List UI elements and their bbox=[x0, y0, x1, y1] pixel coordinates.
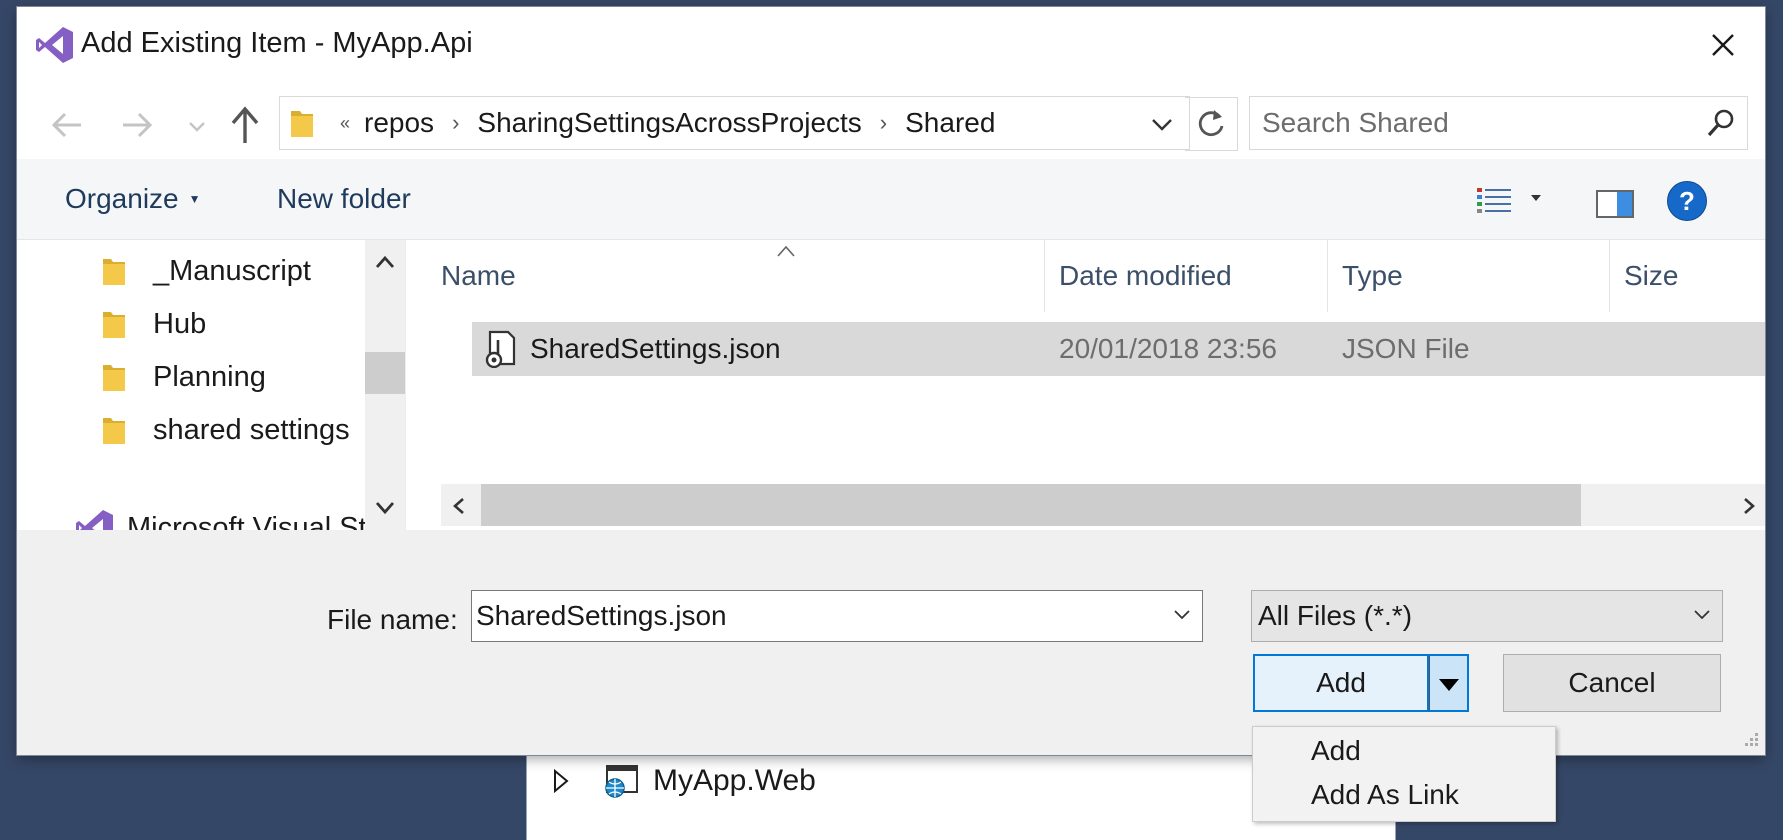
folder-icon bbox=[103, 312, 125, 338]
title-bar: Add Existing Item - MyApp.Api bbox=[17, 7, 1765, 83]
file-date-cell: 20/01/2018 23:56 bbox=[1059, 333, 1277, 364]
nav-item-planning[interactable]: Planning bbox=[101, 352, 266, 402]
close-icon[interactable] bbox=[1703, 25, 1743, 65]
file-list-pane: Name Date modified Type Size SharedSetti… bbox=[427, 240, 1765, 530]
recent-locations-chevron-icon[interactable] bbox=[183, 111, 211, 141]
help-button[interactable]: ? bbox=[1667, 181, 1707, 221]
column-header-label: Size bbox=[1624, 260, 1679, 291]
folder-icon bbox=[103, 365, 125, 391]
caret-down-icon bbox=[1439, 679, 1459, 691]
expand-triangle-icon[interactable] bbox=[553, 769, 569, 793]
add-existing-item-dialog: Add Existing Item - MyApp.Api « repos › … bbox=[17, 7, 1765, 755]
breadcrumb-separator-icon[interactable]: › bbox=[880, 110, 887, 136]
add-dropdown-menu: Add Add As Link bbox=[1252, 726, 1556, 822]
column-header-label: Type bbox=[1342, 260, 1403, 291]
nav-item-label: shared settings bbox=[153, 413, 350, 446]
caret-down-icon: ▼ bbox=[188, 192, 201, 206]
column-header-date-modified[interactable]: Date modified bbox=[1045, 240, 1328, 312]
nav-item-label: Microsoft Visual St bbox=[127, 511, 367, 531]
file-type-value: All Files (*.*) bbox=[1258, 600, 1413, 631]
forward-arrow-icon[interactable] bbox=[117, 105, 157, 145]
preview-pane-icon[interactable] bbox=[1595, 189, 1635, 219]
up-arrow-icon[interactable] bbox=[225, 103, 265, 147]
details-view-icon[interactable] bbox=[1475, 185, 1515, 217]
breadcrumb-repos[interactable]: repos bbox=[364, 107, 434, 139]
address-dropdown-chevron-icon[interactable] bbox=[1147, 109, 1177, 139]
nav-item-label: Hub bbox=[153, 307, 207, 340]
menu-item-add-as-link[interactable]: Add As Link bbox=[1311, 779, 1459, 811]
dialog-footer: File name: All Files (*.*) Add Cancel bbox=[17, 530, 1765, 755]
nav-item-label: Planning bbox=[153, 360, 266, 393]
column-header-label: Name bbox=[441, 260, 516, 291]
nav-item-shared-settings[interactable]: shared settings bbox=[101, 405, 350, 455]
breadcrumb-shared[interactable]: Shared bbox=[905, 107, 995, 139]
scroll-up-chevron-icon[interactable] bbox=[373, 252, 397, 272]
organize-button[interactable]: Organize ▼ bbox=[65, 183, 201, 215]
column-header-size[interactable]: Size bbox=[1610, 240, 1765, 312]
resize-grip-icon[interactable] bbox=[1741, 731, 1759, 749]
file-name-combobox[interactable] bbox=[471, 590, 1203, 642]
add-split-dropdown-button[interactable] bbox=[1429, 654, 1469, 712]
chevron-down-icon[interactable] bbox=[1172, 607, 1192, 623]
organize-label: Organize bbox=[65, 183, 179, 214]
nav-item-label: _Manuscript bbox=[153, 254, 311, 287]
navigation-pane: _Manuscript Hub Planning shared settings… bbox=[17, 240, 405, 530]
project-label: MyApp.Web bbox=[653, 764, 816, 797]
folder-icon bbox=[291, 111, 313, 137]
nav-item-manuscript[interactable]: _Manuscript bbox=[101, 246, 311, 296]
search-box[interactable] bbox=[1249, 96, 1748, 150]
scrollbar-thumb[interactable] bbox=[365, 352, 405, 394]
file-row[interactable]: SharedSettings.json 20/01/2018 23:56 JSO… bbox=[472, 322, 1765, 376]
refresh-icon bbox=[1198, 110, 1224, 136]
scroll-down-chevron-icon[interactable] bbox=[373, 498, 397, 518]
folder-icon bbox=[103, 418, 125, 444]
scrollbar-thumb[interactable] bbox=[481, 484, 1581, 526]
cancel-button[interactable]: Cancel bbox=[1503, 654, 1721, 712]
chevron-down-icon[interactable] bbox=[1692, 607, 1712, 623]
breadcrumb-sharingsettingsacrossprojects[interactable]: SharingSettingsAcrossProjects bbox=[477, 107, 861, 139]
web-project-icon bbox=[605, 765, 638, 798]
file-name-label: File name: bbox=[327, 604, 458, 635]
breadcrumb-separator-icon[interactable]: › bbox=[452, 110, 459, 136]
overflow-chevron-icon[interactable]: « bbox=[340, 113, 350, 134]
nav-pane-scrollbar[interactable] bbox=[365, 240, 405, 530]
visual-studio-logo-icon bbox=[76, 510, 113, 530]
search-input[interactable] bbox=[1250, 97, 1694, 149]
json-file-icon bbox=[485, 330, 516, 368]
refresh-button[interactable] bbox=[1185, 97, 1238, 151]
column-header-name[interactable]: Name bbox=[427, 240, 1045, 312]
address-bar[interactable]: « repos › SharingSettingsAcrossProjects … bbox=[279, 96, 1190, 150]
search-icon[interactable] bbox=[1705, 107, 1737, 139]
visual-studio-logo-icon bbox=[36, 27, 73, 63]
file-type-cell: JSON File bbox=[1342, 333, 1470, 364]
nav-item-microsoft-visual-studio[interactable]: Microsoft Visual St bbox=[75, 508, 367, 530]
view-options-caret-icon[interactable] bbox=[1529, 191, 1543, 205]
column-header-type[interactable]: Type bbox=[1328, 240, 1610, 312]
horizontal-scrollbar[interactable] bbox=[441, 484, 1765, 526]
window-title: Add Existing Item - MyApp.Api bbox=[81, 27, 473, 59]
file-type-select[interactable]: All Files (*.*) bbox=[1251, 590, 1723, 642]
scroll-right-chevron-icon[interactable] bbox=[1739, 496, 1759, 516]
solution-explorer-item-myapp-web[interactable]: MyApp.Web bbox=[553, 764, 816, 798]
column-header-label: Date modified bbox=[1059, 260, 1232, 291]
file-name: SharedSettings.json bbox=[530, 333, 781, 364]
pane-splitter[interactable] bbox=[405, 240, 428, 530]
nav-item-hub[interactable]: Hub bbox=[101, 299, 206, 349]
add-button[interactable]: Add bbox=[1253, 654, 1429, 712]
back-arrow-icon[interactable] bbox=[47, 105, 87, 145]
file-name-input[interactable] bbox=[472, 591, 1158, 641]
scroll-left-chevron-icon[interactable] bbox=[449, 496, 469, 516]
new-folder-button[interactable]: New folder bbox=[277, 183, 411, 215]
file-name-cell: SharedSettings.json bbox=[484, 322, 781, 376]
menu-item-add[interactable]: Add bbox=[1311, 735, 1361, 767]
command-toolbar: Organize ▼ New folder ? bbox=[17, 159, 1765, 240]
folder-icon bbox=[103, 259, 125, 285]
